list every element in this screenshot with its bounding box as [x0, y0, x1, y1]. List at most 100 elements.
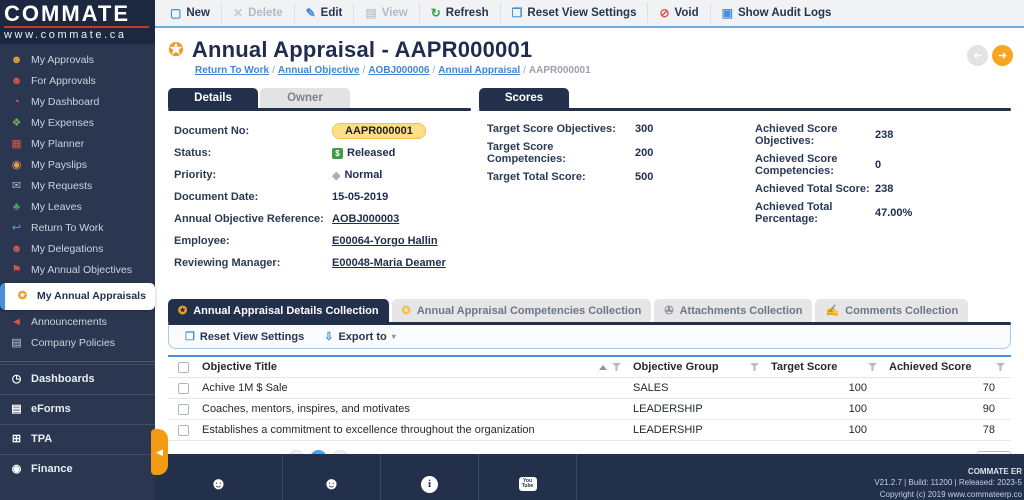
- edit-button[interactable]: ✎ Edit: [295, 3, 355, 23]
- footer: ☻ ☻ i You Tube COMMATE ER V21.2.7 | Buil…: [155, 454, 1024, 500]
- filter-icon[interactable]: [996, 363, 1005, 371]
- breadcrumb-link[interactable]: Annual Objective: [278, 65, 360, 76]
- tab-comments-collection[interactable]: ✍ Comments Collection: [815, 299, 969, 322]
- sidebar-item-company-policies[interactable]: ▤ Company Policies: [0, 333, 155, 354]
- filter-icon[interactable]: [612, 363, 621, 371]
- sidebar-item-return-to-work[interactable]: ↩ Return To Work: [0, 218, 155, 239]
- table-row[interactable]: Achive 1M $ Sale SALES 100 70: [168, 378, 1011, 399]
- sidebar-item-my-requests[interactable]: ✉ My Requests: [0, 176, 155, 197]
- export-to-button[interactable]: ⇩ Export to ▾: [316, 330, 404, 344]
- sidebar-item-my-annual-objectives[interactable]: ⚑ My Annual Objectives: [0, 260, 155, 281]
- column-header-achieved-score[interactable]: Achieved Score: [883, 357, 1011, 377]
- tab-attachments-collection[interactable]: ✇ Attachments Collection: [654, 299, 813, 322]
- row-checkbox[interactable]: [178, 403, 189, 415]
- comments-hand-icon: ✍: [825, 305, 840, 317]
- contact-person-icon[interactable]: ☻: [210, 474, 228, 494]
- button-label: New: [186, 7, 210, 19]
- sidebar-item-label: Company Policies: [31, 337, 116, 349]
- scores-columns: Target Score Objectives: 300 Target Score…: [479, 111, 1011, 231]
- sidebar-item-tpa[interactable]: ⊞ TPA: [0, 424, 155, 454]
- sidebar-item-my-approvals[interactable]: ☻ My Approvals: [0, 50, 155, 71]
- sidebar-item-label: My Annual Objectives: [31, 264, 132, 276]
- sidebar-item-my-annual-appraisals[interactable]: ✪ My Annual Appraisals: [0, 283, 155, 310]
- sidebar-item-label: For Approvals: [31, 75, 96, 87]
- tab-label: Annual Appraisal Details Collection: [193, 304, 379, 317]
- table-row[interactable]: Coaches, mentors, inspires, and motivate…: [168, 399, 1011, 420]
- youtube-icon[interactable]: You Tube: [518, 477, 537, 491]
- refresh-button[interactable]: ↻ Refresh: [420, 3, 501, 23]
- info-icon[interactable]: i: [421, 475, 438, 493]
- target-total-score-value: 500: [635, 171, 654, 183]
- sidebar-item-my-planner[interactable]: ▦ My Planner: [0, 134, 155, 155]
- breadcrumb-link[interactable]: AOBJ000006: [368, 65, 429, 76]
- sidebar-item-finance[interactable]: ◉ Finance: [0, 454, 155, 484]
- annual-objective-reference-link[interactable]: AOBJ000003: [332, 213, 399, 225]
- policies-icon: ▤: [11, 337, 22, 349]
- row-checkbox[interactable]: [178, 424, 189, 436]
- field-status: Status: $ Released: [174, 145, 469, 161]
- employee-link[interactable]: E00064-Yorgo Hallin: [332, 235, 438, 247]
- field-label: Document Date:: [174, 191, 259, 203]
- filter-icon[interactable]: [750, 363, 759, 371]
- tab-annual-appraisal-details-collection[interactable]: ✪ Annual Appraisal Details Collection: [168, 299, 389, 322]
- column-header-objective-title[interactable]: Objective Title: [196, 357, 627, 377]
- table-row[interactable]: Establishes a commitment to excellence t…: [168, 420, 1011, 441]
- sidebar-item-label: eForms: [31, 403, 71, 415]
- breadcrumb-link[interactable]: Annual Appraisal: [438, 65, 520, 76]
- grid-reset-view-settings-button[interactable]: ❐ Reset View Settings: [177, 330, 312, 344]
- sidebar-item-my-expenses[interactable]: ❖ My Expenses: [0, 113, 155, 134]
- achieved-total-percentage-value: 47.00%: [875, 207, 913, 219]
- select-all-checkbox[interactable]: [178, 361, 189, 373]
- for-approvals-icon: ☻: [10, 75, 23, 87]
- previous-record-button[interactable]: ➜: [967, 45, 988, 66]
- view-button[interactable]: ▤ View: [354, 3, 420, 23]
- cell-objective-title: Coaches, mentors, inspires, and motivate…: [202, 403, 410, 415]
- sidebar-menu: ☻ My Approvals ☻ For Approvals ◔ My Dashboa…: [0, 44, 155, 484]
- chevron-down-icon: ▾: [391, 332, 396, 341]
- sidebar-item-eforms[interactable]: ▤ eForms: [0, 394, 155, 424]
- support-agent-icon[interactable]: ☻: [323, 474, 341, 494]
- row-checkbox[interactable]: [178, 382, 189, 394]
- reviewing-manager-link[interactable]: E00048-Maria Deamer: [332, 257, 446, 269]
- button-label: Delete: [248, 7, 283, 19]
- sidebar-collapse-handle[interactable]: ◀: [151, 429, 168, 475]
- sidebar-item-label: Announcements: [31, 316, 107, 328]
- sidebar-item-dashboards[interactable]: ◷ Dashboards: [0, 364, 155, 394]
- breadcrumb-separator: /: [272, 65, 275, 76]
- view-icon: ▤: [365, 6, 377, 20]
- tab-owner[interactable]: Owner: [260, 88, 350, 108]
- column-label: Objective Title: [202, 361, 277, 373]
- void-button[interactable]: ⊘ Void: [648, 3, 711, 23]
- sidebar-item-label: My Dashboard: [31, 96, 100, 108]
- column-header-objective-group[interactable]: Objective Group: [627, 357, 765, 377]
- arrow-left-icon: ➜: [972, 49, 983, 61]
- requests-icon: ✉: [11, 180, 22, 192]
- breadcrumb-link[interactable]: Return To Work: [195, 65, 269, 76]
- medal-icon: ✪: [168, 39, 184, 61]
- priority-value: Normal: [344, 169, 383, 181]
- tab-annual-appraisal-competencies-collection[interactable]: ✪ Annual Appraisal Competencies Collectio…: [391, 299, 652, 322]
- new-button[interactable]: ▢ New: [159, 3, 222, 23]
- sidebar-item-my-leaves[interactable]: ♣ My Leaves: [0, 197, 155, 218]
- show-audit-logs-button[interactable]: ▣ Show Audit Logs: [711, 3, 843, 23]
- delete-button[interactable]: ✕ Delete: [222, 3, 295, 23]
- sidebar-item-label: My Requests: [31, 180, 93, 192]
- sidebar-item-my-payslips[interactable]: ◉ My Payslips: [0, 155, 155, 176]
- sidebar-item-announcements[interactable]: ◄ Announcements: [0, 312, 155, 333]
- filter-icon[interactable]: [868, 363, 877, 371]
- sidebar-item-for-approvals[interactable]: ☻ For Approvals: [0, 71, 155, 92]
- sidebar-item-my-dashboard[interactable]: ◔ My Dashboard: [0, 92, 155, 113]
- medal-icon: ✪: [401, 305, 411, 317]
- brand-logo[interactable]: COMMATE www.commate.ca: [0, 0, 155, 44]
- button-label: Edit: [320, 7, 343, 19]
- reset-view-settings-button[interactable]: ❐ Reset View Settings: [501, 3, 649, 23]
- delete-icon: ✕: [233, 6, 244, 20]
- next-record-button[interactable]: ➜: [992, 45, 1013, 66]
- sidebar-item-my-delegations[interactable]: ☻ My Delegations: [0, 239, 155, 260]
- tab-details[interactable]: Details: [168, 88, 258, 108]
- tab-scores[interactable]: Scores: [479, 88, 569, 108]
- top-toolbar: ▢ New ✕ Delete ✎ Edit ▤ View ↻ Refresh ❐ Reset…: [155, 0, 1024, 28]
- column-header-target-score[interactable]: Target Score: [765, 357, 883, 377]
- payslips-icon: ◉: [11, 159, 22, 171]
- breadcrumb: Return To Work / Annual Objective / AOBJ0000…: [195, 65, 1011, 76]
